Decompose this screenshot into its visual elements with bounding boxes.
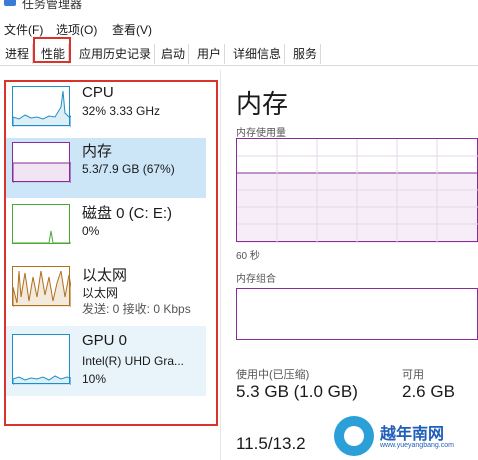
disk-graph-svg [13, 230, 71, 244]
menu-file[interactable]: 文件(F) [4, 21, 43, 38]
cpu-graph-svg [13, 90, 71, 127]
task-manager-icon [4, 0, 16, 6]
cpu-thumbnail-graph [12, 86, 71, 127]
ethernet-graph-svg [13, 270, 71, 307]
memory-label: 内存 [82, 143, 113, 160]
cpu-label: CPU [82, 84, 114, 101]
memory-thumbnail-graph [12, 142, 71, 183]
title-bar: 任务管理器 [0, 0, 478, 20]
memory-usage-graph-svg [237, 139, 478, 243]
menu-view[interactable]: 查看(V) [112, 21, 152, 38]
ethernet-thumbnail-graph [12, 266, 71, 307]
cpu-usage-line [13, 90, 71, 127]
disk-usage-line [13, 230, 71, 244]
time-span-label: 60 秒 [236, 251, 260, 262]
in-use-value: 5.3 GB (1.0 GB) [236, 382, 358, 401]
gpu-label: GPU 0 [82, 332, 128, 349]
disk-label: 磁盘 0 (C: E:) [82, 205, 173, 222]
ethernet-adapter: 以太网 [82, 286, 119, 300]
watermark-text: 越年南网 [380, 426, 445, 443]
disk-thumbnail-graph [12, 204, 71, 244]
memory-usage-graph [236, 138, 478, 243]
cpu-value: 32% 3.33 GHz [82, 104, 161, 118]
gpu-model: Intel(R) UHD Gra... [82, 354, 185, 368]
memory-composition-label: 内存组合 [236, 274, 276, 285]
resource-cpu[interactable]: CPU 32% 3.33 GHz [6, 82, 206, 142]
watermark-logo-icon [334, 416, 374, 456]
tab-highlight-box [33, 37, 71, 63]
tab-processes[interactable]: 进程 [2, 44, 34, 64]
memory-usage-label: 内存使用量 [236, 128, 286, 139]
resource-memory[interactable]: 内存 5.3/7.9 GB (67%) [6, 138, 206, 198]
resource-ethernet[interactable]: 以太网 以太网 发送: 0 接收: 0 Kbps [6, 262, 206, 322]
tab-details[interactable]: 详细信息 [230, 44, 286, 64]
resource-disk[interactable]: 磁盘 0 (C: E:) 0% [6, 200, 206, 260]
panel-divider [220, 70, 221, 460]
gpu-thumbnail-graph [12, 334, 71, 385]
memory-value: 5.3/7.9 GB (67%) [82, 162, 175, 176]
memory-composition-graph [236, 288, 478, 340]
watermark-url: www.yueyangbang.com [380, 442, 454, 449]
tab-users[interactable]: 用户 [194, 44, 226, 64]
detail-title: 内存 [236, 89, 289, 119]
tab-app-history[interactable]: 应用历史记录 [76, 44, 156, 64]
ethernet-label: 以太网 [82, 267, 128, 284]
tab-bar: 进程 性能 应用历史记录 启动 用户 详细信息 服务 [0, 41, 478, 66]
tab-services[interactable]: 服务 [290, 44, 322, 64]
available-value: 2.6 GB [402, 382, 455, 401]
menu-bar: 文件(F) 选项(O) 查看(V) [0, 18, 478, 38]
site-watermark: 越年南网 www.yueyangbang.com [334, 412, 478, 460]
ethernet-usage-line [13, 270, 71, 307]
gpu-graph-svg [13, 375, 71, 385]
memory-graph-svg [13, 162, 71, 183]
gpu-value: 10% [82, 372, 107, 386]
resource-gpu[interactable]: GPU 0 Intel(R) UHD Gra... 10% [6, 326, 206, 396]
committed-value: 11.5/13.2 [236, 434, 306, 453]
tab-startup[interactable]: 启动 [158, 44, 190, 64]
window-title: 任务管理器 [22, 0, 83, 11]
menu-options[interactable]: 选项(O) [56, 21, 97, 38]
disk-value: 0% [82, 224, 100, 238]
ethernet-throughput: 发送: 0 接收: 0 Kbps [82, 302, 191, 316]
in-use-label: 使用中(已压缩) [236, 369, 310, 381]
memory-usage-line [13, 162, 71, 183]
gpu-usage-line [13, 375, 71, 385]
available-label: 可用 [402, 369, 424, 381]
